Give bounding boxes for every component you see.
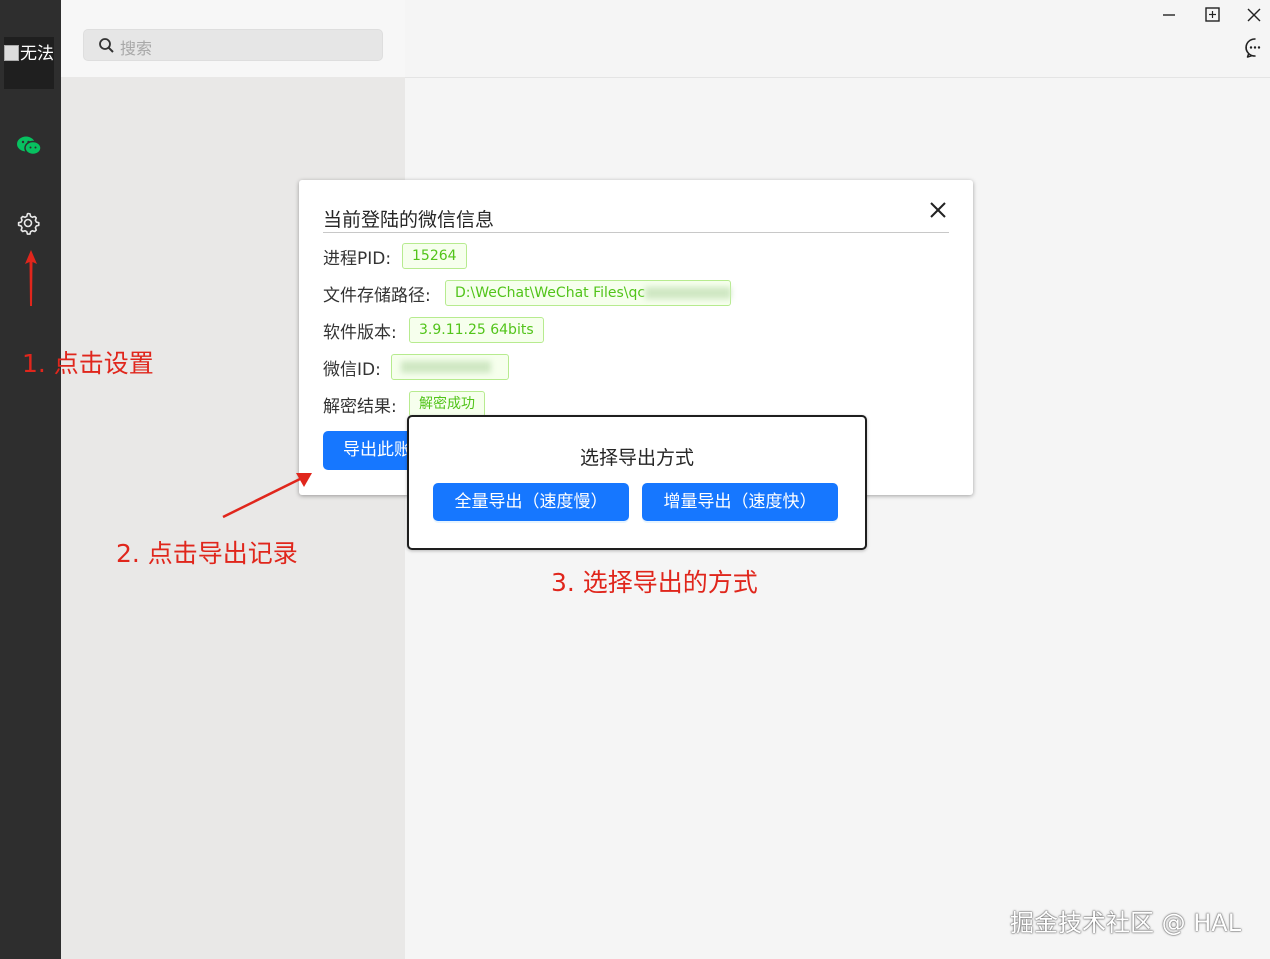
version-value: 3.9.11.25 64bits bbox=[409, 317, 544, 343]
chat-header bbox=[405, 0, 1270, 78]
redacted-blur bbox=[401, 361, 491, 373]
search-input[interactable]: 搜索 bbox=[83, 29, 383, 61]
full-export-button[interactable]: 全量导出（速度慢） bbox=[433, 483, 629, 521]
search-placeholder: 搜索 bbox=[120, 39, 153, 58]
annotation-arrow-icon bbox=[222, 473, 312, 519]
dialog-title: 当前登陆的微信信息 bbox=[323, 209, 495, 231]
incremental-export-button[interactable]: 增量导出（速度快） bbox=[642, 483, 838, 521]
watermark: 掘金技术社区 @ HAL bbox=[1010, 909, 1242, 937]
chat-more-icon[interactable] bbox=[1243, 36, 1267, 60]
window-close-icon[interactable] bbox=[1242, 4, 1266, 26]
search-icon bbox=[99, 38, 114, 53]
wechat-id-label: 微信ID: bbox=[323, 360, 381, 380]
annotation-arrow-up-icon bbox=[25, 250, 37, 306]
session-list-header: 搜索 bbox=[61, 0, 405, 77]
export-mode-popup: 选择导出方式 全量导出（速度慢） 增量导出（速度快） bbox=[407, 415, 867, 550]
pid-label: 进程PID: bbox=[323, 249, 392, 269]
sidebar: 无法 bbox=[0, 0, 61, 959]
maximize-icon[interactable] bbox=[1200, 4, 1224, 26]
popup-title: 选择导出方式 bbox=[579, 447, 694, 469]
path-label: 文件存储路径: bbox=[323, 286, 431, 306]
avatar-alt-text: 无法 bbox=[20, 44, 54, 64]
annotation-step3: 3. 选择导出的方式 bbox=[551, 568, 758, 597]
pid-value: 15264 bbox=[402, 243, 467, 269]
decrypt-result-value: 解密成功 bbox=[409, 391, 485, 417]
close-icon[interactable] bbox=[926, 198, 950, 222]
broken-image-icon bbox=[4, 45, 19, 61]
gear-icon[interactable] bbox=[16, 211, 40, 235]
minimize-icon[interactable] bbox=[1157, 4, 1181, 26]
path-text: D:\WeChat\WeChat Files\qc bbox=[455, 285, 646, 301]
avatar[interactable]: 无法 bbox=[4, 37, 54, 89]
wechat-id-value bbox=[391, 354, 509, 380]
chat-icon[interactable] bbox=[16, 135, 42, 157]
redacted-blur bbox=[645, 287, 732, 299]
annotation-step2: 2. 点击导出记录 bbox=[116, 539, 298, 568]
version-label: 软件版本: bbox=[323, 323, 397, 343]
annotation-step1: 1. 点击设置 bbox=[22, 349, 154, 378]
path-value: D:\WeChat\WeChat Files\qc bbox=[445, 280, 732, 306]
dialog-divider bbox=[323, 232, 949, 233]
decrypt-result-label: 解密结果: bbox=[323, 397, 397, 417]
